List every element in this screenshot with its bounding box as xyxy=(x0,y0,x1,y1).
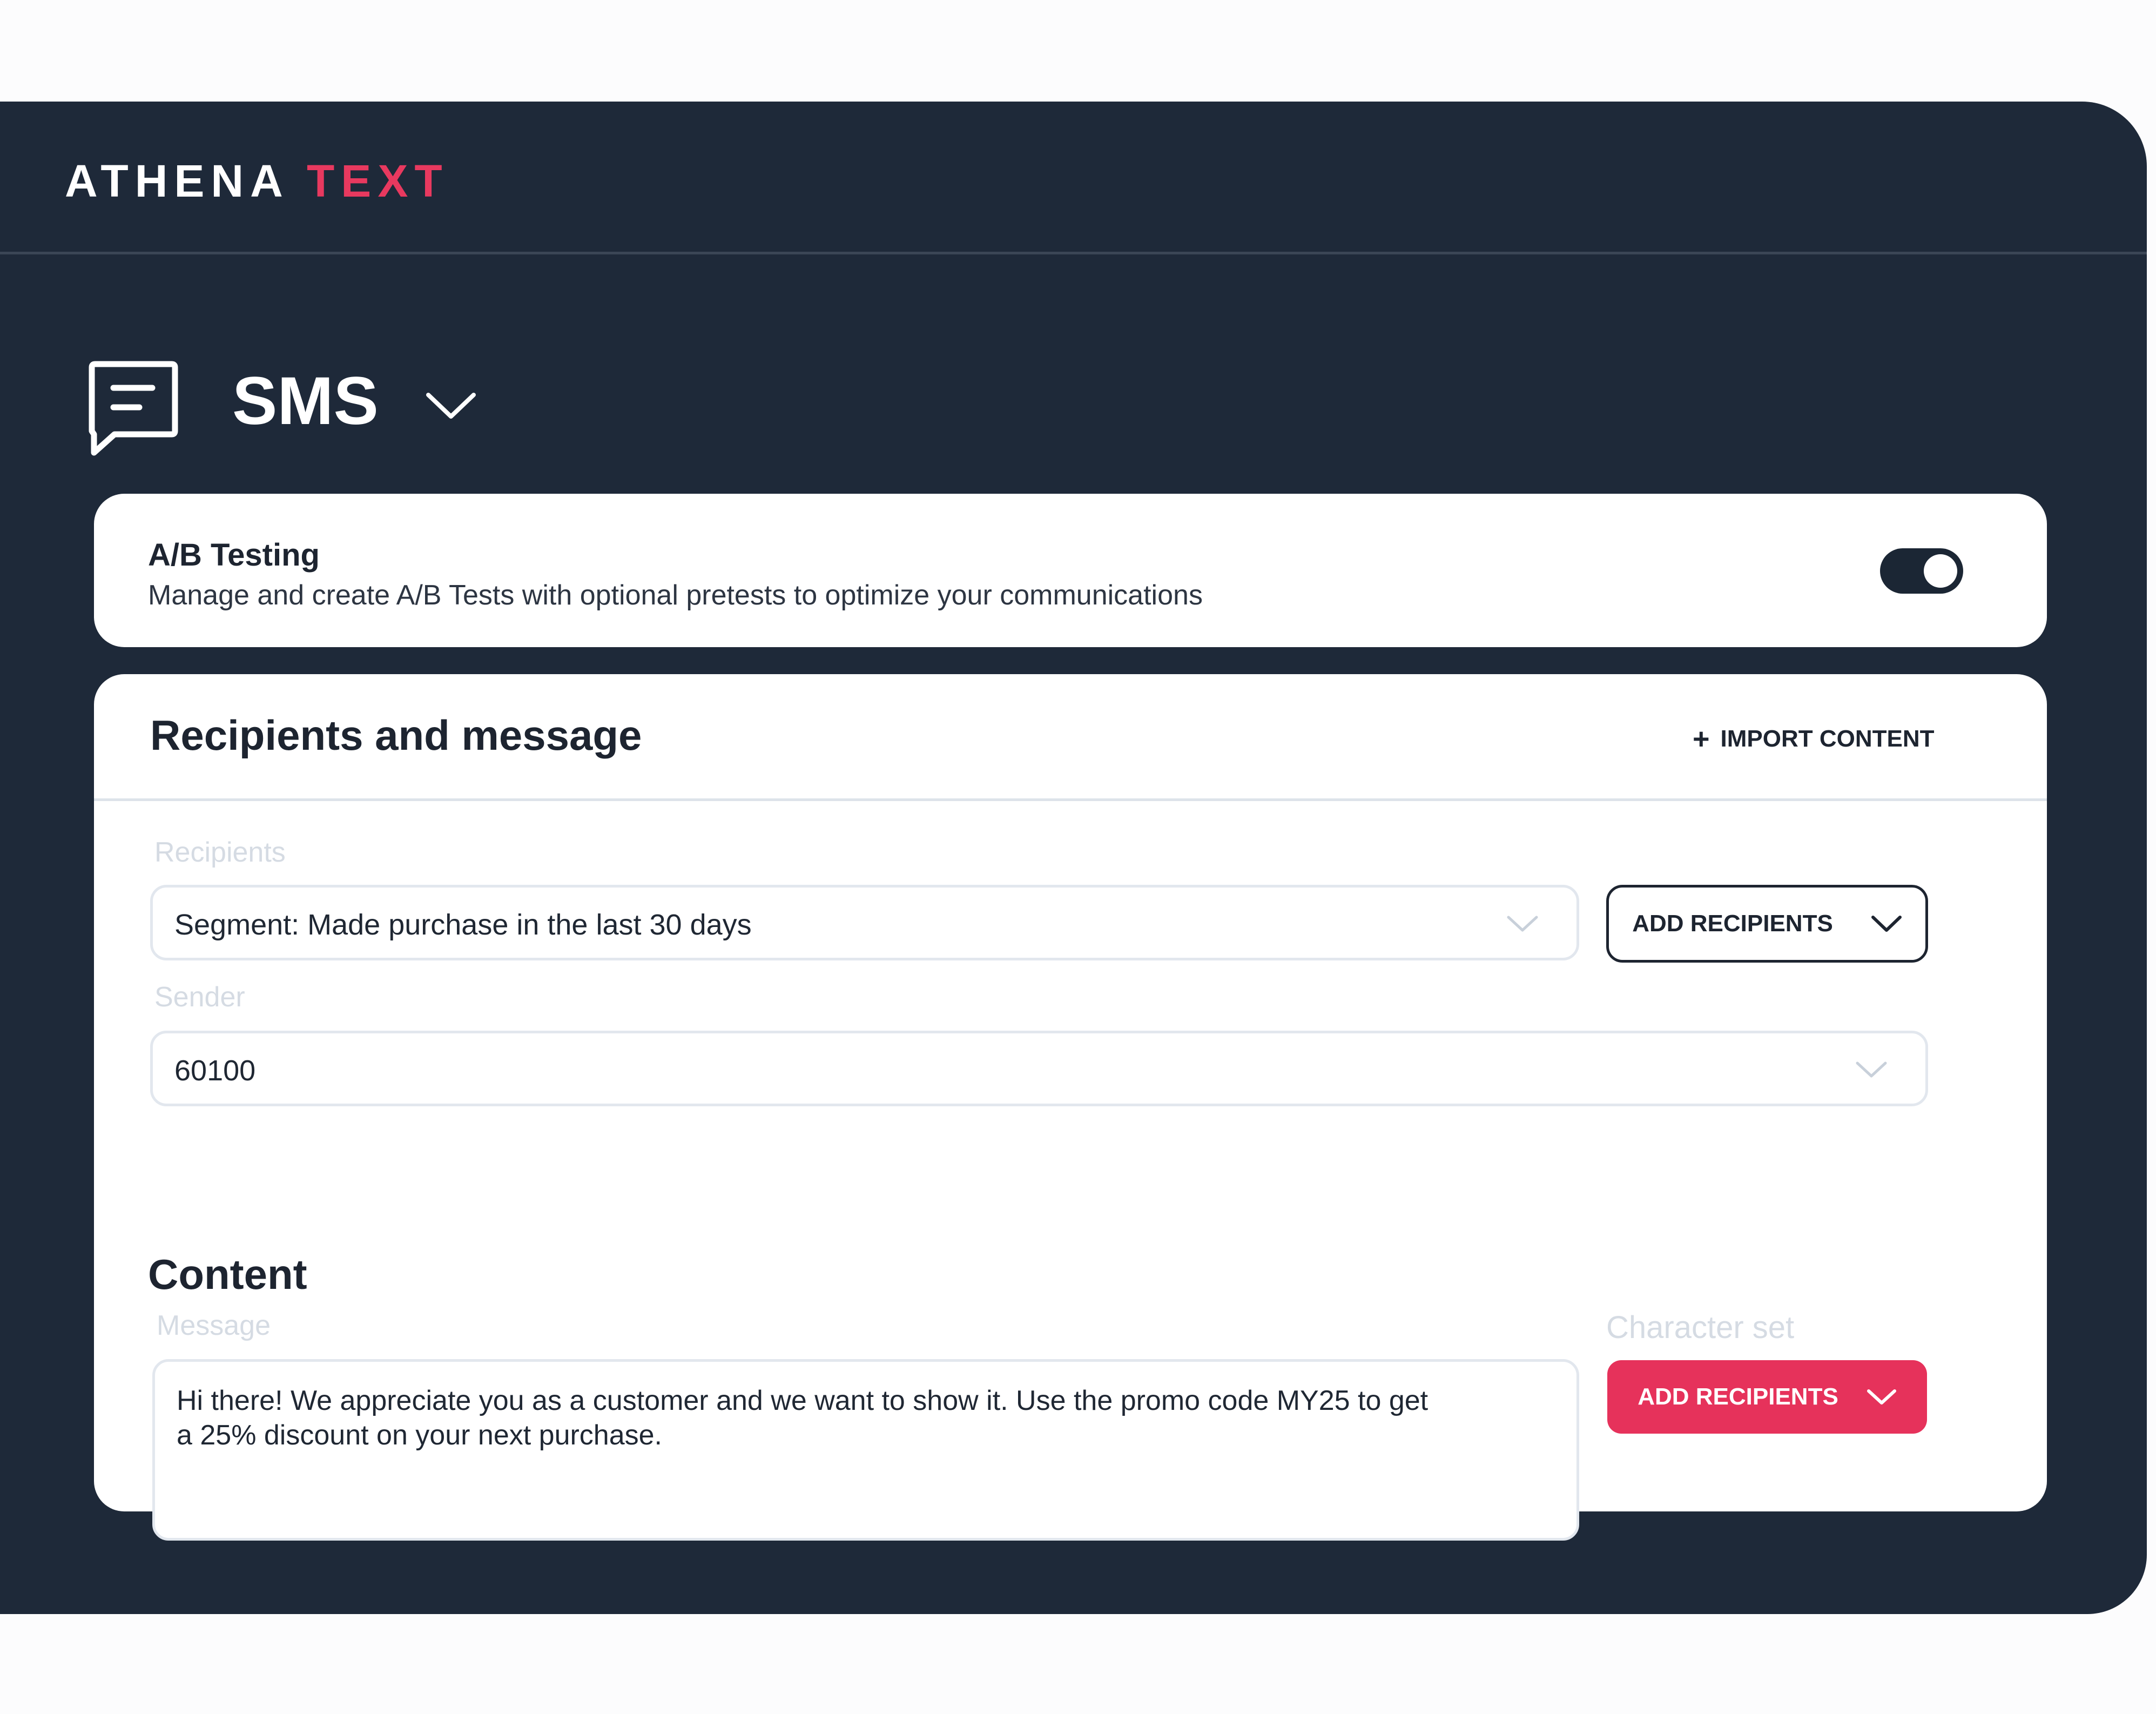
message-square-icon xyxy=(89,361,178,456)
plus-icon: + xyxy=(1693,723,1710,755)
recipients-label: Recipients xyxy=(154,837,286,868)
brand-logo-part1: ATHENA xyxy=(65,156,288,206)
chevron-down-icon xyxy=(1871,916,1902,932)
chevron-down-icon xyxy=(1867,1389,1896,1404)
sender-select[interactable]: 60100 xyxy=(150,1031,1928,1106)
top-bar: ATHENA TEXT xyxy=(0,102,2147,254)
character-set-button-label: ADD RECIPIENTS xyxy=(1638,1383,1838,1410)
chevron-down-icon[interactable] xyxy=(424,385,478,423)
ab-testing-title: A/B Testing xyxy=(148,537,320,573)
brand-logo: ATHENA TEXT xyxy=(65,158,449,204)
ab-testing-toggle[interactable] xyxy=(1880,548,1963,594)
sender-label: Sender xyxy=(154,982,245,1013)
import-content-label: IMPORT CONTENT xyxy=(1720,725,1935,752)
content-heading: Content xyxy=(148,1251,307,1298)
chevron-down-icon xyxy=(1856,1061,1887,1078)
message-label: Message xyxy=(157,1310,271,1341)
chevron-down-icon xyxy=(1507,916,1538,932)
character-set-label: Character set xyxy=(1606,1310,1795,1345)
sender-value: 60100 xyxy=(174,1054,256,1087)
toggle-knob xyxy=(1924,554,1957,588)
channel-title: SMS xyxy=(232,364,379,439)
ab-testing-card: A/B Testing Manage and create A/B Tests … xyxy=(94,494,2047,647)
add-recipients-button[interactable]: ADD RECIPIENTS xyxy=(1606,885,1928,963)
card-header: Recipients and message + IMPORT CONTENT xyxy=(94,674,2047,801)
recipients-message-card: Recipients and message + IMPORT CONTENT … xyxy=(94,674,2047,1541)
character-set-button[interactable]: ADD RECIPIENTS xyxy=(1607,1360,1927,1434)
ab-testing-description: Manage and create A/B Tests with optiona… xyxy=(148,580,1203,611)
recipients-value: Segment: Made purchase in the last 30 da… xyxy=(174,909,752,941)
add-recipients-label: ADD RECIPIENTS xyxy=(1632,910,1833,937)
message-textarea[interactable]: Hi there! We appreciate you as a custome… xyxy=(152,1359,1579,1541)
brand-logo-part2: TEXT xyxy=(306,156,449,206)
recipients-select[interactable]: Segment: Made purchase in the last 30 da… xyxy=(150,885,1579,960)
import-content-button[interactable]: + IMPORT CONTENT xyxy=(1693,723,1935,755)
card-title: Recipients and message xyxy=(150,711,642,759)
app-window: ATHENA TEXT SMS A/B Testing Manage and c… xyxy=(0,102,2147,1614)
message-text: Hi there! We appreciate you as a custome… xyxy=(177,1385,1429,1451)
